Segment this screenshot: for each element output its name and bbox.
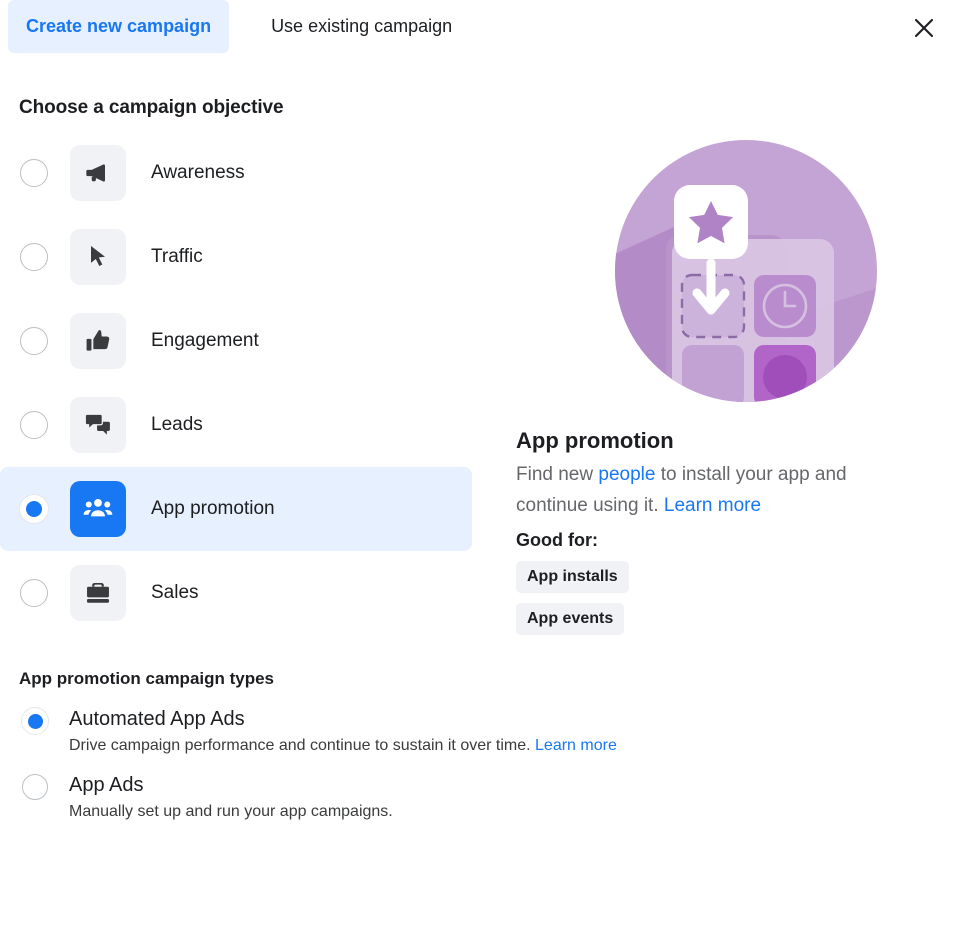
people-link[interactable]: people — [598, 464, 655, 485]
detail-title: App promotion — [516, 428, 674, 453]
objective-row-engagement[interactable]: Engagement — [0, 299, 472, 383]
objective-row-traffic[interactable]: Traffic — [0, 215, 472, 299]
badge-row: App events — [508, 593, 960, 635]
tab-use-existing-campaign[interactable]: Use existing campaign — [253, 0, 470, 53]
objective-icon-tile — [70, 397, 126, 453]
chat-bubbles-icon — [84, 413, 110, 435]
objective-row-leads[interactable]: Leads — [0, 383, 472, 467]
objective-icon-tile — [70, 481, 126, 537]
radio-traffic[interactable] — [20, 243, 48, 271]
radio-app-ads[interactable] — [22, 774, 48, 800]
objective-label: Traffic — [151, 246, 203, 267]
campaign-type-text: App Ads Manually set up and run your app… — [69, 772, 393, 821]
radio-leads[interactable] — [20, 411, 48, 439]
detail-description: Find new people to install your app and … — [516, 459, 916, 521]
radio-app-promotion[interactable] — [20, 495, 48, 523]
status-badge: App installs — [516, 561, 629, 593]
briefcase-icon — [87, 582, 109, 603]
campaign-type-text: Automated App Ads Drive campaign perform… — [69, 706, 617, 755]
tab-create-new-campaign[interactable]: Create new campaign — [8, 0, 230, 53]
radio-engagement[interactable] — [20, 327, 48, 355]
page-title: Choose a campaign objective — [19, 97, 284, 118]
learn-more-link[interactable]: Learn more — [664, 495, 761, 516]
good-for-label: Good for: — [516, 530, 598, 550]
campaign-type-name: App Ads — [69, 774, 144, 796]
cursor-icon — [91, 246, 105, 266]
campaign-type-name: Automated App Ads — [69, 708, 245, 730]
objective-label: Leads — [151, 414, 203, 435]
radio-automated-app-ads[interactable] — [22, 708, 48, 734]
radio-awareness[interactable] — [20, 159, 48, 187]
illustration-container — [614, 139, 960, 408]
objective-row-app-promotion[interactable]: App promotion — [0, 467, 472, 551]
objective-detail-panel: App promotion Find new people to install… — [500, 131, 960, 635]
objective-icon-tile — [70, 145, 126, 201]
detail-desc-part1: Find new — [516, 464, 599, 485]
main-content: Awareness Traffic Engagement Leads App p… — [0, 131, 960, 635]
app-install-illustration — [615, 140, 877, 402]
campaign-type-row-app-ads[interactable]: App Ads Manually set up and run your app… — [19, 772, 960, 821]
campaign-types-section: App promotion campaign types Automated A… — [0, 669, 960, 821]
objective-icon-tile — [70, 313, 126, 369]
campaign-types-title: App promotion campaign types — [19, 669, 275, 688]
objective-label: App promotion — [151, 498, 275, 519]
objective-label: Engagement — [151, 330, 259, 351]
thumbs-up-icon — [86, 330, 110, 351]
objective-icon-tile — [70, 229, 126, 285]
campaign-type-desc-text: Drive campaign performance and continue … — [69, 737, 536, 754]
objective-label: Sales — [151, 582, 199, 603]
megaphone-icon — [86, 164, 105, 182]
objective-row-awareness[interactable]: Awareness — [0, 131, 472, 215]
learn-more-link[interactable]: Learn more — [535, 737, 617, 754]
people-group-icon — [83, 499, 113, 517]
status-badge: App events — [516, 603, 625, 635]
modal-tabbar: Create new campaign Use existing campaig… — [0, 0, 960, 56]
objective-icon-tile — [70, 565, 126, 621]
campaign-type-row-automated-app-ads[interactable]: Automated App Ads Drive campaign perform… — [19, 706, 960, 755]
close-button[interactable] — [906, 10, 942, 46]
objective-label: Awareness — [151, 162, 245, 183]
radio-sales[interactable] — [20, 579, 48, 607]
objective-list: Awareness Traffic Engagement Leads App p… — [0, 131, 500, 635]
campaign-type-desc-text: Manually set up and run your app campaig… — [69, 803, 393, 820]
objective-row-sales[interactable]: Sales — [0, 551, 472, 635]
campaign-type-description: Manually set up and run your app campaig… — [69, 803, 393, 821]
badge-row: App installs — [508, 551, 960, 593]
campaign-type-description: Drive campaign performance and continue … — [69, 737, 617, 755]
close-icon — [914, 18, 934, 38]
